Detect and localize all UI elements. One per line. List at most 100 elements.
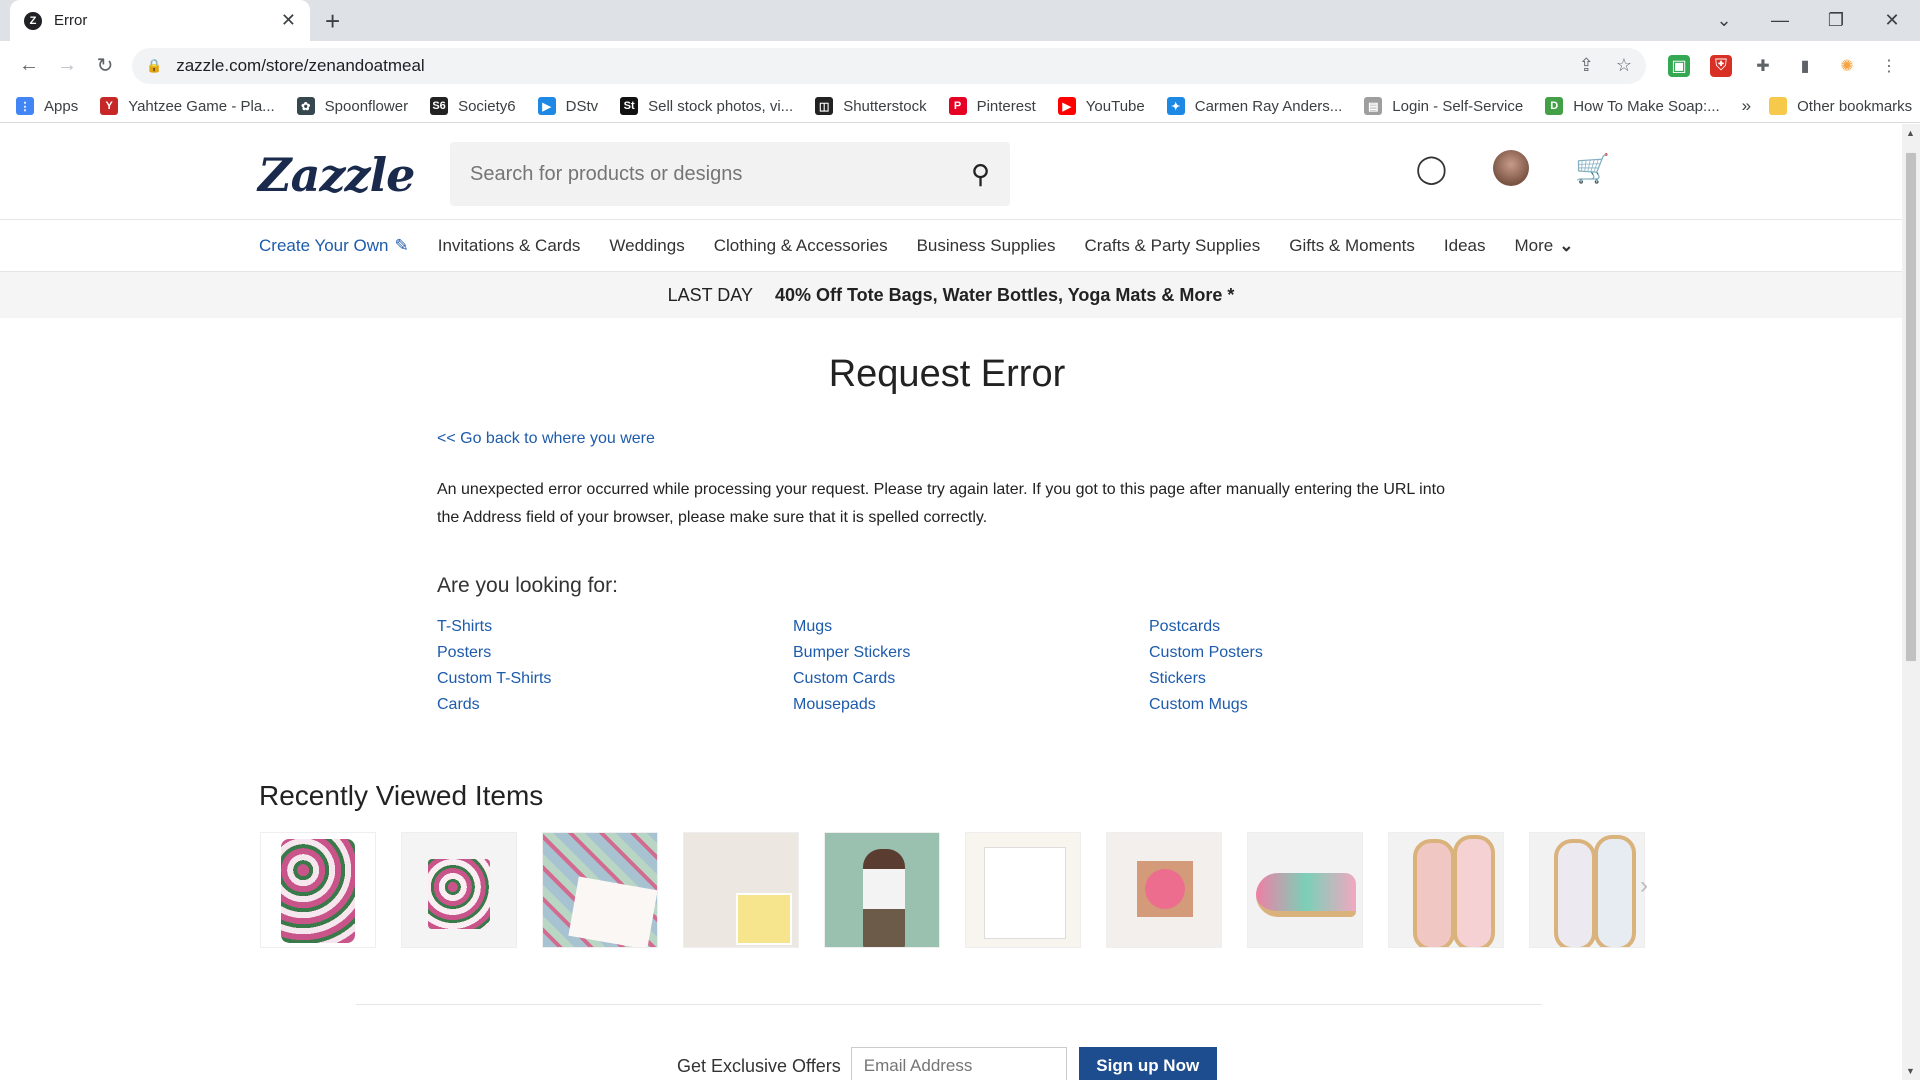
suggested-link[interactable]: Custom Cards (793, 666, 1149, 692)
restore-icon[interactable]: ❐ (1808, 10, 1864, 31)
zazzle-logo[interactable]: Zazzle (258, 148, 415, 202)
browser-toolbar: ← → ↻ 🔒 zazzle.com/store/zenandoatmeal ⇪… (0, 41, 1920, 90)
scroll-up-icon[interactable]: ▲ (1906, 128, 1915, 138)
bookmark-favicon-icon: ✿ (296, 97, 315, 115)
recently-viewed-heading: Recently Viewed Items (259, 780, 544, 811)
bookmark-item[interactable]: S6 Society6 (430, 97, 516, 115)
search-icon[interactable]: ⚲ (971, 159, 990, 190)
site-header: Zazzle ⚲ ◯ 🛒 (0, 124, 1902, 220)
bookmark-label: Carmen Ray Anders... (1194, 97, 1343, 115)
recent-item-tshirt[interactable] (824, 832, 940, 948)
bookmark-item[interactable]: ✦ Carmen Ray Anders... (1166, 97, 1343, 115)
chat-icon[interactable]: ◯ (1416, 152, 1447, 185)
recent-item-floral-mug[interactable] (401, 832, 517, 948)
bookmarks-overflow-icon[interactable]: » (1742, 96, 1751, 116)
link-column: T-Shirts Posters Custom T-Shirts Cards (437, 614, 793, 718)
newsletter-signup: Get Exclusive Offers Sign up Now (677, 1047, 1902, 1080)
address-bar[interactable]: 🔒 zazzle.com/store/zenandoatmeal ⇪ ☆ (132, 47, 1646, 84)
browser-tab[interactable]: Z Error ✕ (10, 0, 310, 41)
bookmarks-bar: ⋮ Apps Y Yahtzee Game - Pla... ✿ Spoonflower S… (0, 90, 1920, 123)
url-text[interactable]: zazzle.com/store/zenandoatmeal (176, 56, 1557, 76)
nav-item[interactable]: Create Your Own ✎ (259, 236, 409, 256)
recent-item-wrapping-paper[interactable] (542, 832, 658, 948)
back-icon[interactable]: ← (10, 54, 48, 77)
email-field[interactable] (850, 1047, 1067, 1080)
scrollbar-thumb[interactable] (1905, 152, 1917, 662)
extensions-puzzle-icon[interactable]: ✚ (1752, 55, 1774, 77)
recently-viewed-carousel: › (260, 832, 1902, 948)
nav-item-label: Business Supplies (916, 235, 1056, 255)
new-tab-icon[interactable]: + (325, 6, 340, 37)
recent-item-baby-card[interactable] (683, 832, 799, 948)
avatar[interactable] (1493, 150, 1530, 186)
nav-item[interactable]: Invitations & Cards (438, 236, 581, 256)
bookmark-item[interactable]: Y Yahtzee Game - Pla... (100, 97, 275, 115)
bookmark-label: Login - Self-Service (1392, 97, 1524, 115)
lock-icon[interactable]: 🔒 (146, 58, 162, 74)
suggested-link[interactable]: Mousepads (793, 692, 1149, 718)
header-icons: ◯ 🛒 (1416, 150, 1610, 186)
recent-item-baby-shower-book[interactable] (965, 832, 1081, 948)
share-icon[interactable]: ⇪ (1579, 55, 1594, 76)
bookmark-item[interactable]: ✿ Spoonflower (296, 97, 408, 115)
tab-search-icon[interactable]: ⌄ (1696, 10, 1752, 31)
forward-icon[interactable]: → (48, 54, 86, 77)
bookmark-item[interactable]: ▶ DStv (537, 97, 598, 115)
profile-extension-icon[interactable]: ✺ (1836, 55, 1858, 77)
suggested-link[interactable]: Postcards (1149, 614, 1449, 640)
promo-banner[interactable]: LAST DAY 40% Off Tote Bags, Water Bottle… (0, 272, 1902, 318)
search-input[interactable] (470, 162, 971, 186)
recent-item-espadrille[interactable] (1247, 832, 1363, 948)
other-bookmarks[interactable]: Other bookmarks (1769, 97, 1912, 115)
nav-item[interactable]: More ⌄ (1514, 236, 1573, 256)
suggested-link[interactable]: Cards (437, 692, 793, 718)
page-scrollbar[interactable]: ▲ ▼ (1902, 124, 1920, 1080)
reload-icon[interactable]: ↻ (86, 53, 124, 78)
bookmark-star-icon[interactable]: ☆ (1616, 55, 1632, 76)
bookmark-item[interactable]: ▶ YouTube (1057, 97, 1145, 115)
sign-up-button[interactable]: Sign up Now (1078, 1047, 1217, 1080)
recent-item-pink-card[interactable] (1106, 832, 1222, 948)
nav-item[interactable]: Gifts & Moments (1289, 236, 1415, 256)
recent-item-floral-espadrilles[interactable] (1388, 832, 1504, 948)
looking-for-heading: Are you looking for: (437, 574, 618, 597)
site-search[interactable]: ⚲ (450, 142, 1010, 206)
extension-green-icon[interactable]: ▣ (1668, 54, 1690, 77)
cart-icon[interactable]: 🛒 (1575, 152, 1610, 185)
suggested-link[interactable]: Posters (437, 640, 793, 666)
suggested-link[interactable]: Bumper Stickers (793, 640, 1149, 666)
bookmark-item[interactable]: ▤ Login - Self-Service (1364, 97, 1523, 115)
nav-item[interactable]: Clothing & Accessories (714, 236, 888, 256)
close-window-icon[interactable]: ✕ (1864, 10, 1920, 31)
extension-red-shield-icon[interactable]: ⛨ (1710, 54, 1732, 77)
promo-deal: 40% Off Tote Bags, Water Bottles, Yoga M… (774, 284, 1235, 305)
side-panel-icon[interactable]: ▮ (1794, 55, 1816, 77)
nav-item[interactable]: Ideas (1444, 236, 1486, 256)
suggested-link[interactable]: T-Shirts (437, 614, 793, 640)
suggested-link[interactable]: Mugs (793, 614, 1149, 640)
error-content: Request Error << Go back to where you we… (437, 353, 1457, 718)
suggested-link[interactable]: Custom Posters (1149, 640, 1449, 666)
suggested-link[interactable]: Custom T-Shirts (437, 666, 793, 692)
recent-item-white-espadrilles[interactable] (1529, 832, 1645, 948)
bookmark-item[interactable]: ⋮ Apps (16, 97, 78, 115)
scroll-down-icon[interactable]: ▼ (1906, 1066, 1915, 1076)
suggested-link[interactable]: Custom Mugs (1149, 692, 1449, 718)
pencil-icon: ✎ (394, 235, 409, 255)
recent-item-pillar-candle[interactable] (260, 832, 376, 948)
bookmark-item[interactable]: P Pinterest (948, 97, 1036, 115)
bookmark-item[interactable]: St Sell stock photos, vi... (620, 97, 793, 115)
menu-kebab-icon[interactable]: ⋮ (1878, 55, 1900, 77)
nav-item[interactable]: Crafts & Party Supplies (1085, 236, 1261, 256)
close-tab-icon[interactable]: ✕ (281, 10, 296, 31)
folder-icon (1769, 97, 1788, 115)
bookmark-favicon-icon: ⋮ (16, 97, 34, 115)
suggested-link[interactable]: Stickers (1149, 666, 1449, 692)
carousel-next-icon[interactable]: › (1640, 872, 1648, 900)
nav-item[interactable]: Weddings (609, 236, 684, 256)
bookmark-item[interactable]: ◫ Shutterstock (815, 97, 927, 115)
bookmark-item[interactable]: D How To Make Soap:... (1545, 97, 1720, 115)
minimize-icon[interactable]: — (1752, 10, 1808, 31)
nav-item[interactable]: Business Supplies (917, 236, 1056, 256)
go-back-link[interactable]: << Go back to where you were (437, 430, 1457, 448)
